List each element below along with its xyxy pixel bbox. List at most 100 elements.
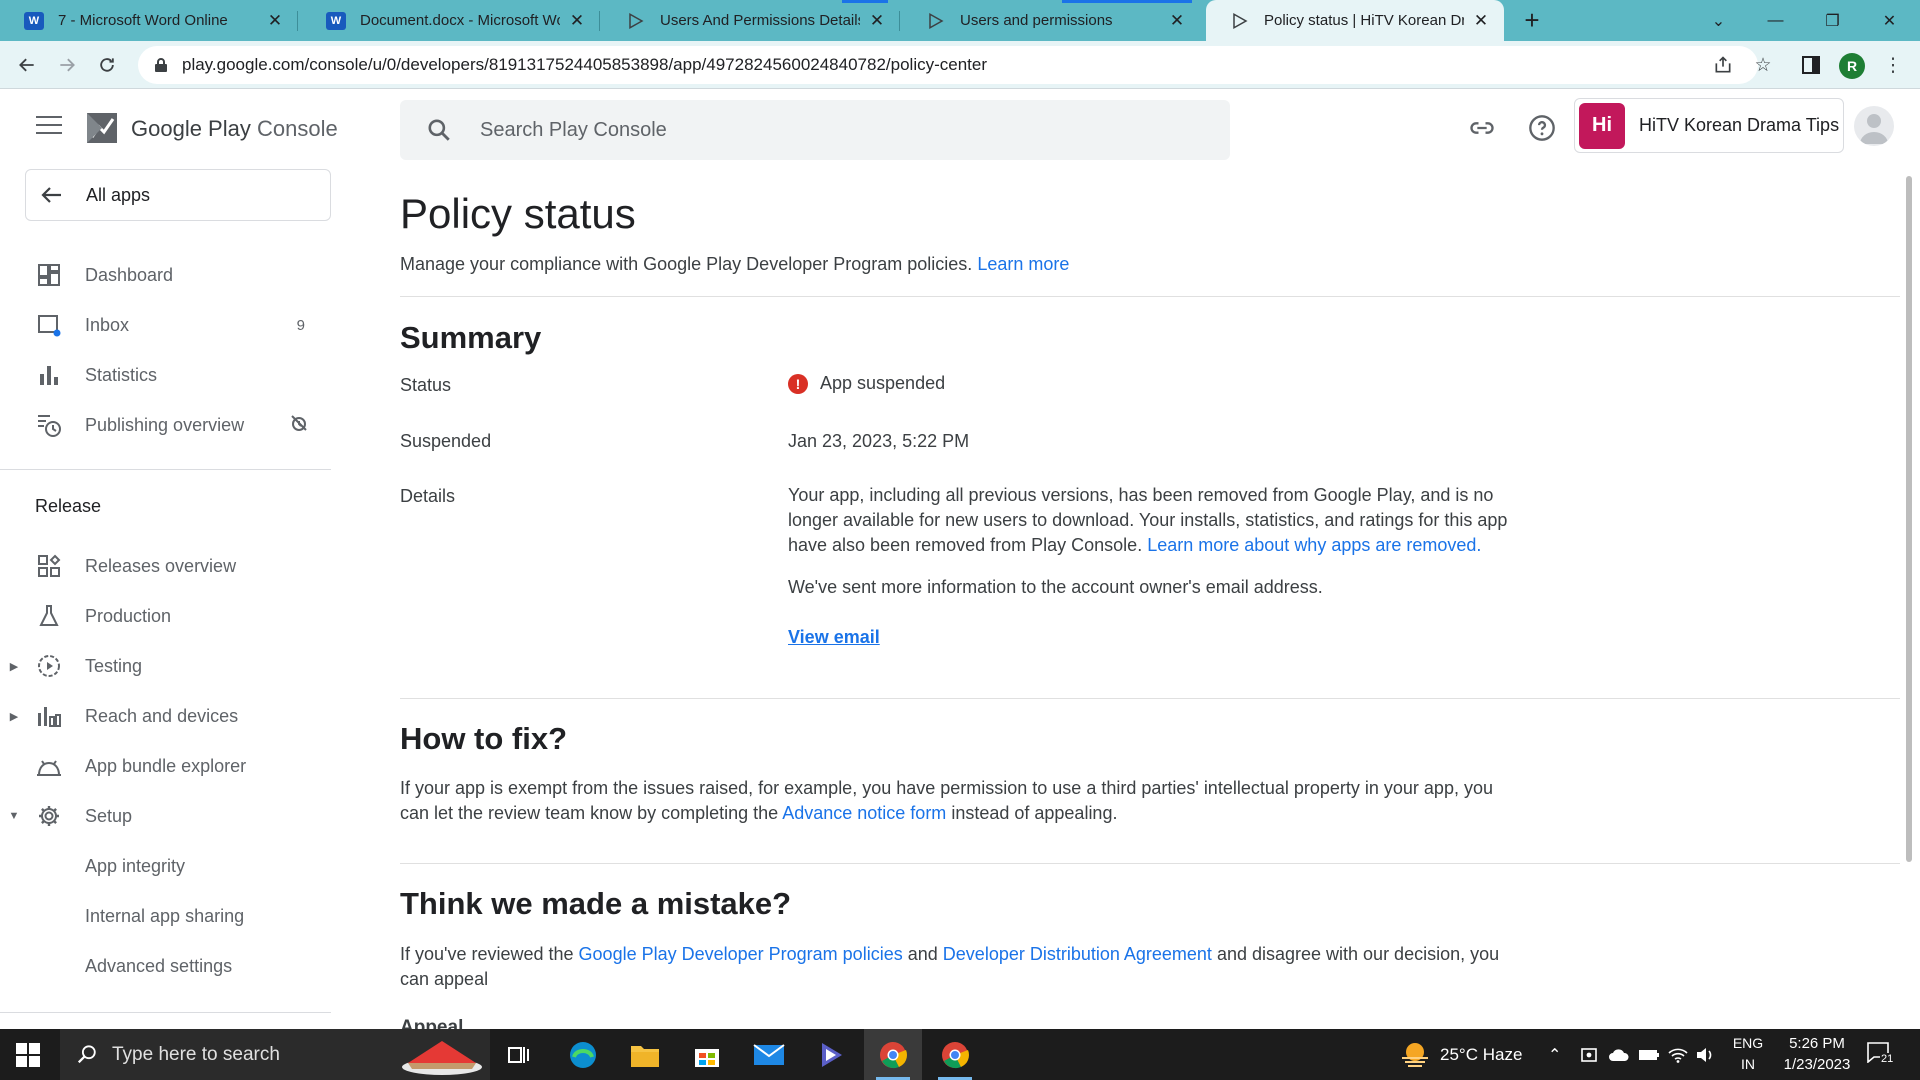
- expand-caret-icon[interactable]: ▶: [8, 710, 20, 723]
- browser-tab-active[interactable]: Policy status | HiTV Korean Drama Tips ✕: [1206, 0, 1504, 41]
- sidebar-item-advanced-settings[interactable]: Advanced settings: [0, 946, 331, 986]
- sidebar-item-reach-and-devices[interactable]: ▶ Reach and devices: [0, 696, 331, 736]
- sidebar-item-dashboard[interactable]: Dashboard: [0, 255, 331, 295]
- sidebar-item-label: Dashboard: [85, 264, 174, 285]
- show-hidden-icons[interactable]: ⌃: [1548, 1029, 1561, 1080]
- app-name: HiTV Korean Drama Tips: [1639, 115, 1840, 135]
- browser-profile-avatar[interactable]: R: [1839, 53, 1865, 79]
- sidebar: All apps Dashboard Inbox 9 Statistics Pu…: [0, 166, 331, 1029]
- browser-tab-strip: W 7 - Microsoft Word Online ✕ W Document…: [0, 0, 1920, 41]
- bookmark-star-icon[interactable]: ☆: [1748, 50, 1778, 80]
- browser-tab[interactable]: Users And Permissions Details ✕: [602, 0, 900, 41]
- browser-tab[interactable]: W 7 - Microsoft Word Online ✕: [0, 0, 298, 41]
- managed-publishing-off-icon[interactable]: [289, 413, 309, 437]
- microsoft-store-icon[interactable]: [678, 1029, 736, 1080]
- view-email-link[interactable]: View email: [788, 627, 880, 648]
- battery-icon[interactable]: [1638, 1029, 1660, 1080]
- task-view-icon[interactable]: [490, 1029, 548, 1080]
- windows-start-icon[interactable]: [16, 1043, 40, 1067]
- mail-icon[interactable]: [740, 1029, 798, 1080]
- tab-title: Document.docx - Microsoft Word: [360, 12, 560, 29]
- close-icon[interactable]: ✕: [868, 11, 886, 30]
- sidebar-item-releases-overview[interactable]: Releases overview: [0, 546, 331, 586]
- back-button[interactable]: [12, 50, 42, 80]
- summary-heading: Summary: [400, 320, 542, 355]
- collapse-caret-icon[interactable]: ▼: [8, 810, 20, 822]
- restore-button[interactable]: ❐: [1804, 0, 1861, 41]
- sidebar-item-label: App integrity: [85, 855, 186, 876]
- search-input[interactable]: Search Play Console: [400, 100, 1230, 160]
- error-icon: !: [788, 373, 808, 394]
- browser-tab[interactable]: W Document.docx - Microsoft Word ✕: [302, 0, 600, 41]
- sidebar-item-app-bundle-explorer[interactable]: App bundle explorer: [0, 746, 331, 786]
- media-player-icon[interactable]: [802, 1029, 860, 1080]
- sidebar-item-app-integrity[interactable]: App integrity: [0, 846, 331, 886]
- onedrive-icon[interactable]: [1608, 1029, 1630, 1080]
- chrome-icon[interactable]: [926, 1029, 984, 1080]
- sidebar-item-label: Setup: [85, 805, 133, 826]
- sidebar-item-label: Releases overview: [85, 555, 237, 576]
- close-window-button[interactable]: ✕: [1861, 0, 1918, 41]
- close-icon[interactable]: ✕: [568, 11, 586, 30]
- sidebar-item-setup[interactable]: ▼ Setup: [0, 796, 331, 836]
- status-text: App suspended: [820, 373, 946, 393]
- edge-browser-icon[interactable]: [554, 1029, 612, 1080]
- meet-now-icon[interactable]: [1580, 1029, 1598, 1080]
- account-avatar[interactable]: [1854, 106, 1894, 146]
- sidebar-item-production[interactable]: Production: [0, 596, 331, 636]
- learn-more-link[interactable]: Learn more: [977, 254, 1069, 274]
- help-icon[interactable]: [1526, 112, 1558, 144]
- play-console-header: Google Play Console Search Play Console …: [0, 90, 1920, 166]
- play-console-icon: [926, 11, 946, 31]
- chrome-profile-icon[interactable]: [864, 1029, 922, 1080]
- reload-button[interactable]: [92, 50, 122, 80]
- expand-caret-icon[interactable]: ▶: [8, 660, 20, 673]
- tab-title: Policy status | HiTV Korean Drama Tips: [1264, 12, 1464, 29]
- wifi-icon[interactable]: [1668, 1029, 1688, 1080]
- volume-icon[interactable]: [1696, 1029, 1716, 1080]
- link-icon[interactable]: [1466, 112, 1498, 144]
- new-tab-button[interactable]: +: [1518, 6, 1546, 34]
- menu-icon[interactable]: [36, 116, 62, 136]
- program-policies-link[interactable]: Google Play Developer Program policies: [579, 944, 903, 964]
- why-apps-removed-link[interactable]: Learn more about why apps are removed.: [1147, 535, 1481, 555]
- share-icon[interactable]: [1708, 50, 1738, 80]
- close-icon[interactable]: ✕: [266, 11, 284, 30]
- notification-center-icon[interactable]: 21: [1866, 1041, 1896, 1069]
- sidebar-item-publishing-overview[interactable]: Publishing overview: [0, 405, 331, 445]
- app-icon: Hi: [1579, 102, 1625, 149]
- tab-loading-bar: [1062, 0, 1192, 3]
- tab-search-chevron-icon[interactable]: ⌄: [1690, 0, 1747, 41]
- brand-google-play: Google Play: [131, 116, 251, 141]
- app-selector[interactable]: Hi HiTV Korean Drama Tips: [1574, 98, 1844, 153]
- word-icon: W: [326, 11, 346, 31]
- lock-icon: [155, 58, 167, 72]
- side-panel-icon[interactable]: [1796, 50, 1826, 80]
- how-to-fix-body-end: instead of appealing.: [951, 803, 1118, 823]
- clock[interactable]: 5:26 PM 1/23/2023: [1762, 1033, 1872, 1075]
- browser-menu-icon[interactable]: ⋮: [1878, 50, 1908, 80]
- sidebar-item-internal-app-sharing[interactable]: Internal app sharing: [0, 896, 331, 936]
- page-title: Policy status: [400, 190, 636, 237]
- sidebar-item-inbox[interactable]: Inbox 9: [0, 305, 331, 345]
- brand-console: Console: [256, 116, 338, 141]
- sidebar-item-statistics[interactable]: Statistics: [0, 355, 331, 395]
- page-scrollbar[interactable]: [1906, 176, 1912, 862]
- close-icon[interactable]: ✕: [1472, 11, 1490, 30]
- mistake-text: If you've reviewed the Google Play Devel…: [400, 942, 1530, 992]
- address-bar[interactable]: play.google.com/console/u/0/developers/8…: [138, 46, 1758, 84]
- close-icon[interactable]: ✕: [1168, 11, 1186, 30]
- gear-icon: [36, 803, 62, 829]
- forward-button[interactable]: [52, 50, 82, 80]
- minimize-button[interactable]: —: [1747, 0, 1804, 41]
- file-explorer-icon[interactable]: [616, 1029, 674, 1080]
- production-icon: [36, 603, 62, 629]
- browser-tab[interactable]: Users and permissions ✕: [902, 0, 1200, 41]
- google-play-console-logo[interactable]: [84, 109, 120, 147]
- weather-widget[interactable]: 25°C Haze: [1400, 1029, 1522, 1080]
- all-apps-button[interactable]: All apps: [25, 169, 331, 221]
- distribution-agreement-link[interactable]: Developer Distribution Agreement: [943, 944, 1212, 964]
- advance-notice-form-link[interactable]: Advance notice form: [782, 803, 946, 823]
- reload-icon: [100, 58, 114, 72]
- sidebar-item-testing[interactable]: ▶ Testing: [0, 646, 331, 686]
